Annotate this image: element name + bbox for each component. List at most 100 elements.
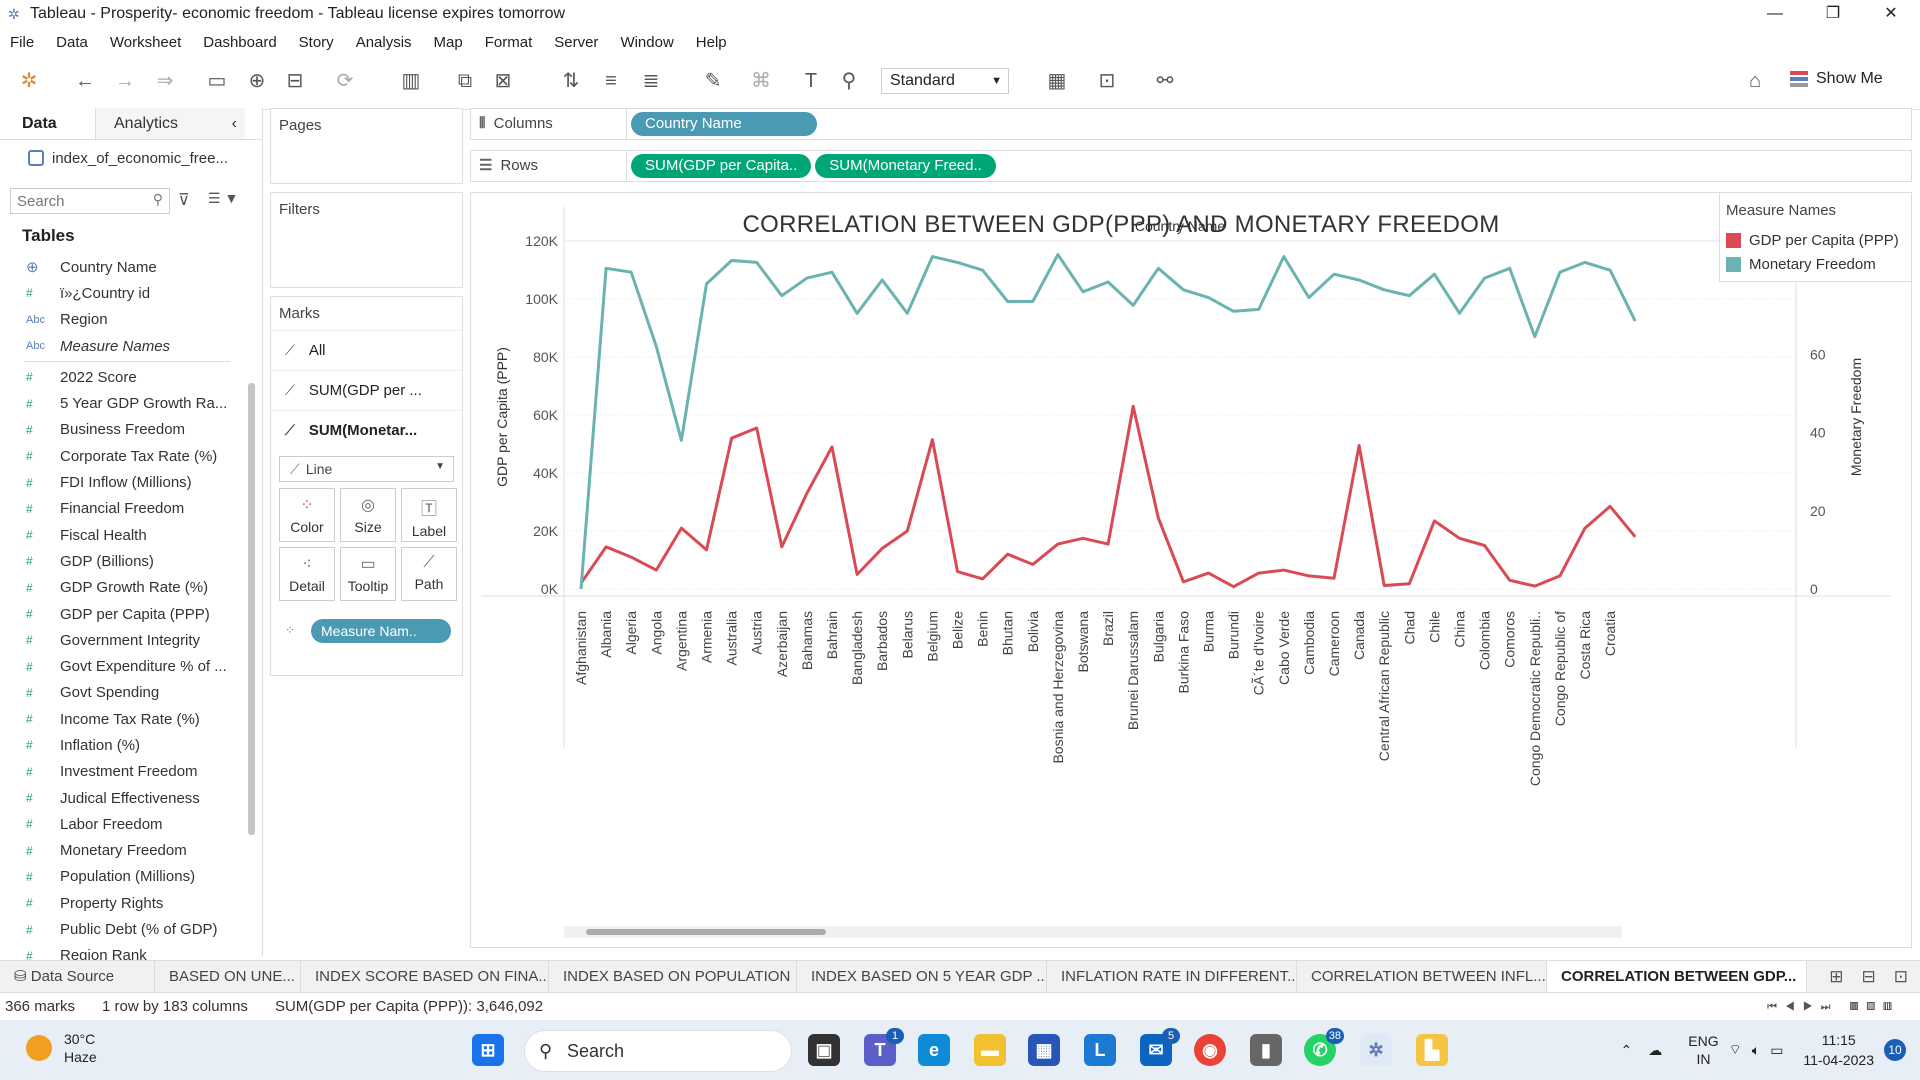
field-item[interactable]: # Financial Freedom xyxy=(0,496,250,522)
menu-help[interactable]: Help xyxy=(696,34,727,51)
tab-sheet[interactable]: INDEX SCORE BASED ON FINA... xyxy=(301,961,549,992)
tab-data[interactable]: Data xyxy=(0,108,95,139)
country-name-pill[interactable]: Country Name xyxy=(631,112,817,136)
field-item[interactable]: # Govt Expenditure % of ... xyxy=(0,653,250,679)
show-me-button[interactable]: Show Me xyxy=(1790,70,1883,88)
swap-rows-columns-icon[interactable]: ⇅ xyxy=(558,68,584,94)
monetary-freedom-pill[interactable]: SUM(Monetary Freed.. xyxy=(815,154,996,178)
field-item[interactable]: #2022 Score xyxy=(0,364,250,390)
mark-type-select[interactable]: ⟋ Line ▼ xyxy=(279,456,454,482)
volume-icon[interactable]: 🔈︎ xyxy=(1752,1042,1760,1059)
weather-widget[interactable]: 30°C Haze xyxy=(26,1030,97,1066)
wifi-icon[interactable]: ⌔ xyxy=(1729,1041,1742,1059)
taskbar-search[interactable]: ⚲ Search xyxy=(524,1030,792,1072)
filter-icon[interactable]: ⊽ xyxy=(178,190,190,210)
worksheet-view[interactable]: CORRELATION BETWEEN GDP(PPP) AND MONETAR… xyxy=(470,192,1912,948)
line-chart[interactable]: Country Name 0K 20K 40K 60K 80K 100K 120K 0 20 40 6… xyxy=(471,193,1911,933)
file-explorer-icon[interactable]: ▬ xyxy=(974,1034,1006,1066)
whatsapp-icon[interactable]: ✆ 38 xyxy=(1304,1028,1344,1066)
share-icon[interactable]: ⚯ xyxy=(1152,68,1178,94)
tab-sheet[interactable]: INDEX BASED ON 5 YEAR GDP ... xyxy=(797,961,1047,992)
field-item[interactable]: # Business Freedom xyxy=(0,417,250,443)
presentation-mode-icon[interactable]: ⊡ xyxy=(1094,68,1120,94)
edge-icon[interactable]: e xyxy=(918,1034,950,1066)
menu-map[interactable]: Map xyxy=(434,34,463,51)
tab-sheet[interactable]: INDEX BASED ON POPULATION xyxy=(549,961,797,992)
chevron-up-icon[interactable]: ⌃ xyxy=(1621,1042,1633,1059)
sheet-navigation[interactable]: ⏮◀▶⏭ ▦▤▥ xyxy=(1767,993,1900,1021)
detail-button[interactable]: ⁖ Detail xyxy=(279,547,335,601)
new-data-source-icon[interactable]: ⊕ xyxy=(244,68,270,94)
field-item[interactable]: #5 Year GDP Growth Ra... xyxy=(0,390,250,416)
tab-sheet-active[interactable]: CORRELATION BETWEEN GDP... xyxy=(1547,961,1807,992)
onedrive-icon[interactable]: ☁ xyxy=(1648,1042,1662,1059)
menu-dashboard[interactable]: Dashboard xyxy=(203,34,276,51)
new-story-tab-icon[interactable]: ⊡ xyxy=(1894,961,1908,993)
marks-tab-monetary[interactable]: ⟋ SUM(Monetar... xyxy=(271,410,462,450)
menu-story[interactable]: Story xyxy=(299,34,334,51)
scrollbar-thumb[interactable] xyxy=(586,929,826,935)
replay-icon[interactable]: ⇒ xyxy=(152,68,178,94)
save-icon[interactable]: ▭ xyxy=(204,68,230,94)
undo-icon[interactable]: ← xyxy=(72,68,98,94)
filters-shelf[interactable]: Filters xyxy=(270,192,463,288)
tableau-logo-icon[interactable]: ✲ xyxy=(16,68,42,94)
field-item[interactable]: # Monetary Freedom xyxy=(0,838,250,864)
menu-data[interactable]: Data xyxy=(56,34,88,51)
field-item[interactable]: # Govt Spending xyxy=(0,680,250,706)
recorder-icon[interactable]: ▮ xyxy=(1250,1034,1282,1066)
field-item[interactable]: # Fiscal Health xyxy=(0,522,250,548)
menu-format[interactable]: Format xyxy=(485,34,533,51)
color-button[interactable]: ⁘ Color xyxy=(279,488,335,542)
chrome-icon[interactable]: ◉ xyxy=(1194,1034,1226,1066)
task-view-icon[interactable]: ▣ xyxy=(808,1034,840,1066)
new-worksheet-tab-icon[interactable]: ⊞ xyxy=(1829,961,1843,993)
menu-file[interactable]: File xyxy=(10,34,34,51)
new-dashboard-tab-icon[interactable]: ⊟ xyxy=(1862,961,1876,993)
tab-sheet[interactable]: BASED ON UNE... xyxy=(155,961,301,992)
l-app-icon[interactable]: L xyxy=(1084,1034,1116,1066)
mail-icon[interactable]: ✉ 5 xyxy=(1140,1028,1180,1066)
collapse-pane-icon[interactable]: ‹ xyxy=(232,108,237,140)
store-icon[interactable]: ▦ xyxy=(1028,1034,1060,1066)
field-item[interactable]: # FDI Inflow (Millions) xyxy=(0,469,250,495)
field-item[interactable]: # Corporate Tax Rate (%) xyxy=(0,443,250,469)
sort-descending-icon[interactable]: ≣ xyxy=(638,68,664,94)
refresh-icon[interactable]: ⟳ xyxy=(332,68,358,94)
field-item[interactable]: # GDP Growth Rate (%) xyxy=(0,575,250,601)
tab-analytics[interactable]: Analytics ‹ xyxy=(95,108,245,139)
rows-shelf[interactable]: ☰ Rows SUM(GDP per Capita.. SUM(Monetary … xyxy=(470,150,1912,182)
paint-format-icon[interactable]: ⌂ xyxy=(1742,68,1768,94)
tab-data-source[interactable]: ⛁ Data Source xyxy=(0,961,155,992)
tab-sheet[interactable]: CORRELATION BETWEEN INFL... xyxy=(1297,961,1547,992)
field-item[interactable]: # Judical Effectiveness xyxy=(0,785,250,811)
new-worksheet-icon[interactable]: ▥ xyxy=(398,68,424,94)
data-pane-scrollbar[interactable] xyxy=(248,383,255,835)
field-item[interactable]: # GDP per Capita (PPP) xyxy=(0,601,250,627)
field-item[interactable]: # Labor Freedom xyxy=(0,811,250,837)
power-bi-icon[interactable]: ▙ xyxy=(1416,1034,1448,1066)
tooltip-button[interactable]: ▭ Tooltip xyxy=(340,547,396,601)
field-item[interactable]: Abc Region xyxy=(0,307,250,333)
duplicate-sheet-icon[interactable]: ⧉ xyxy=(452,68,478,94)
menu-server[interactable]: Server xyxy=(554,34,598,51)
tableau-taskbar-icon[interactable]: ✲ xyxy=(1360,1034,1392,1066)
sort-ascending-icon[interactable]: ≡ xyxy=(598,68,624,94)
view-options-icon[interactable]: ☰ ▼ xyxy=(208,190,238,207)
field-item[interactable]: # Public Debt (% of GDP) xyxy=(0,916,250,942)
battery-icon[interactable]: ▭ xyxy=(1770,1042,1783,1059)
field-item[interactable]: Abc Measure Names xyxy=(0,333,250,359)
highlight-icon[interactable]: ✎ xyxy=(700,68,726,94)
clear-sheet-icon[interactable]: ⊠ xyxy=(490,68,516,94)
start-button[interactable]: ⊞ xyxy=(472,1034,504,1066)
teams-icon[interactable]: T1 xyxy=(864,1028,904,1066)
field-item[interactable]: # GDP (Billions) xyxy=(0,548,250,574)
maximize-button[interactable]: ❐ xyxy=(1804,0,1862,28)
measure-names-color-pill[interactable]: Measure Nam.. xyxy=(311,619,451,643)
field-item[interactable]: ⊕ Country Name xyxy=(0,254,250,280)
minimize-button[interactable]: — xyxy=(1746,0,1804,28)
legend-item-gdp[interactable]: GDP per Capita (PPP) xyxy=(1720,228,1911,252)
field-item[interactable]: # Government Integrity xyxy=(0,627,250,653)
field-item[interactable]: # Inflation (%) xyxy=(0,732,250,758)
menu-analysis[interactable]: Analysis xyxy=(356,34,412,51)
